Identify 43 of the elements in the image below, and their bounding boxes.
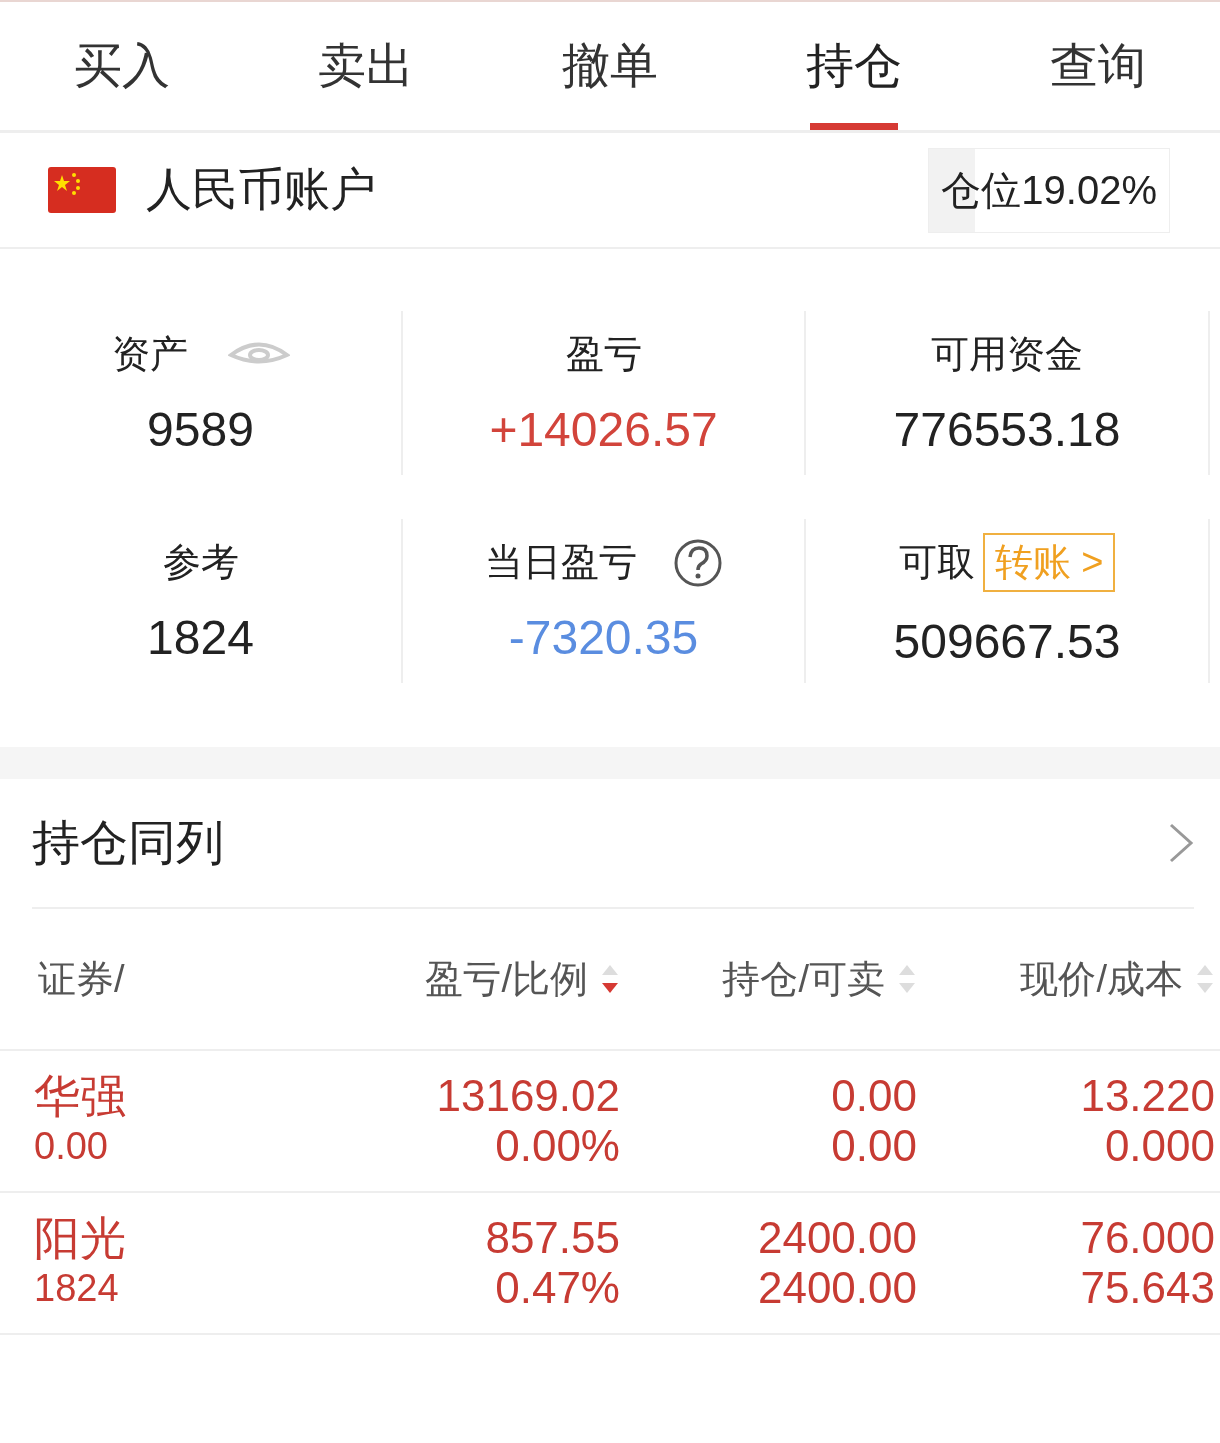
table-cell: 13.220	[1080, 1071, 1215, 1121]
column-header[interactable]: 盈亏/比例	[425, 953, 588, 1005]
table-cell: 0.00	[831, 1071, 917, 1121]
table-cell: 0.00	[831, 1121, 917, 1171]
table-cell: 0.00%	[495, 1121, 620, 1171]
tab[interactable]: 撤单	[488, 2, 732, 130]
tab[interactable]: 卖出	[244, 2, 488, 130]
column-header[interactable]: 现价/成本	[1020, 953, 1183, 1005]
stat-value: 1824	[147, 610, 254, 665]
stat-label: 资产	[111, 332, 188, 377]
position-ratio: 仓位19.02%	[928, 147, 1170, 233]
table-cell: 2400.00	[757, 1213, 917, 1263]
tab[interactable]: 持仓	[732, 2, 976, 130]
table-cell-text: 0.00	[34, 1124, 108, 1169]
stat-label: 可用资金	[931, 332, 1083, 377]
tab[interactable]: 查询	[976, 2, 1220, 130]
stat-value: -7320.35	[508, 610, 699, 665]
table-cell: 华强	[34, 1071, 126, 1121]
stat-value: 776553.18	[893, 402, 1121, 457]
account-title: 人民币账户	[146, 162, 377, 217]
table-cell: 2400.00	[757, 1263, 917, 1313]
stat-label: 参考	[162, 540, 239, 585]
table-cell: 0.47%	[495, 1263, 620, 1313]
stat-label: 当日盈亏	[484, 540, 637, 585]
stat-value: 509667.53	[893, 614, 1121, 669]
stat-label: 可取	[898, 540, 975, 585]
table-cell: 阳光	[34, 1213, 126, 1263]
table-cell: 857.55	[485, 1213, 620, 1263]
tab[interactable]: 买入	[0, 2, 244, 130]
chevron-right-icon[interactable]	[1168, 822, 1194, 864]
help-icon[interactable]	[672, 537, 723, 588]
table-cell: 75.643	[1080, 1263, 1215, 1313]
table-cell: 13169.02	[436, 1071, 620, 1121]
section-title: 持仓同列	[32, 815, 224, 871]
stat-label: 盈亏	[565, 332, 642, 377]
flag-icon	[48, 167, 116, 213]
column-header[interactable]: 持仓/可卖	[722, 953, 885, 1005]
table-cell: 0.000	[1104, 1121, 1215, 1171]
table-cell-text: 1824	[34, 1266, 119, 1311]
stat-value: 9589	[147, 402, 254, 457]
column-header[interactable]: 证券/	[38, 953, 125, 1005]
table-cell: 76.000	[1080, 1213, 1215, 1263]
stat-value: +14026.57	[489, 402, 718, 457]
